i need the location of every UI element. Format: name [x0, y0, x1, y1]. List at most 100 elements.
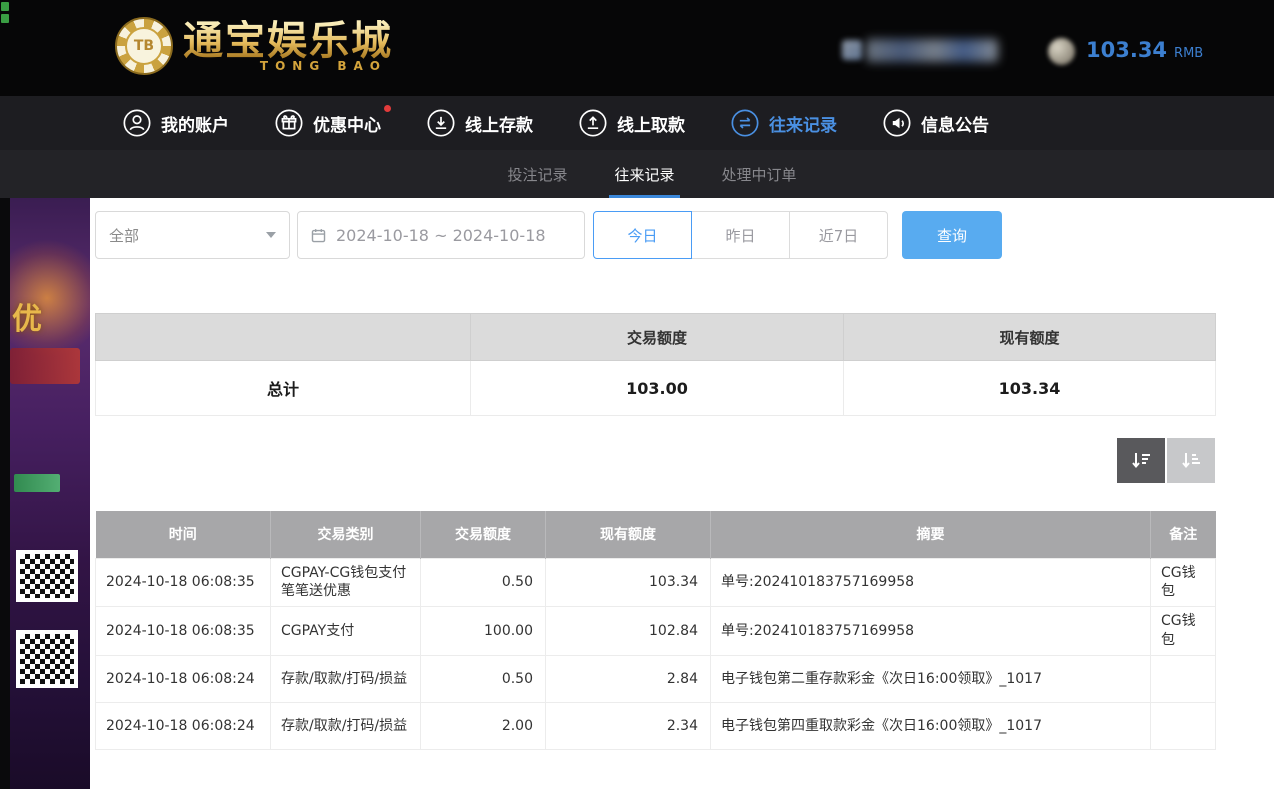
cell-amount: 2.00 [421, 703, 546, 750]
records-icon [730, 108, 760, 138]
cell-remark: CG钱包 [1151, 607, 1216, 656]
coin-icon [1048, 38, 1075, 65]
sort-desc-icon [1129, 449, 1153, 473]
cell-type: 存款/取款/打码/损益 [271, 656, 421, 703]
cell-summary: 电子钱包第二重存款彩金《次日16:00领取》_1017 [711, 656, 1151, 703]
today-button[interactable]: 今日 [593, 211, 692, 259]
cell-time: 2024-10-18 06:08:35 [96, 607, 271, 656]
qr-code-image [16, 630, 78, 688]
background-art: 优 [10, 198, 90, 789]
cell-balance: 103.34 [546, 558, 711, 607]
table-row: 2024-10-18 06:08:35 CGPAY-CG钱包支付笔笔送优惠 0.… [96, 558, 1216, 607]
last7days-button[interactable]: 近7日 [789, 211, 888, 259]
cell-summary: 电子钱包第四重取款彩金《次日16:00领取》_1017 [711, 703, 1151, 750]
quick-date-group: 今日 昨日 近7日 [593, 211, 888, 259]
header: TB 通宝娱乐城 TONG BAO 103.34 RMB [0, 0, 1274, 96]
cell-time: 2024-10-18 06:08:24 [96, 703, 271, 750]
site-subtitle: TONG BAO [183, 59, 393, 73]
cell-remark: CG钱包 [1151, 558, 1216, 607]
sub-nav: 投注记录 往来记录 处理中订单 [0, 150, 1274, 198]
header-balance: 现有额度 [546, 511, 711, 558]
records-body: 2024-10-18 06:08:35 CGPAY-CG钱包支付笔笔送优惠 0.… [96, 558, 1216, 750]
summary-table: 交易额度 现有额度 总计 103.00 103.34 [95, 313, 1216, 416]
summary-total-row: 总计 103.00 103.34 [96, 361, 1216, 416]
nav-item-online-withdrawal[interactable]: 线上取款 [578, 108, 685, 138]
yesterday-button[interactable]: 昨日 [691, 211, 790, 259]
header-amount: 交易额度 [421, 511, 546, 558]
balance-currency: RMB [1174, 46, 1203, 61]
summary-header-row: 交易额度 现有额度 [96, 314, 1216, 361]
cell-amount: 0.50 [421, 558, 546, 607]
cell-amount: 100.00 [421, 607, 546, 656]
cell-summary: 单号:202410183757169958 [711, 607, 1151, 656]
site-logo[interactable]: TB 通宝娱乐城 TONG BAO [115, 17, 393, 75]
cell-type: CGPAY-CG钱包支付笔笔送优惠 [271, 558, 421, 607]
user-avatar-blurred[interactable] [842, 40, 862, 60]
balance-display: 103.34 RMB [1086, 38, 1203, 62]
table-row: 2024-10-18 06:08:35 CGPAY支付 100.00 102.8… [96, 607, 1216, 656]
sort-asc-icon [1179, 449, 1203, 473]
edge-text-fragment [1, 2, 10, 28]
cell-time: 2024-10-18 06:08:35 [96, 558, 271, 607]
sort-controls [95, 438, 1215, 483]
gift-icon [274, 108, 304, 138]
date-range-input[interactable]: 2024-10-18 ~ 2024-10-18 [297, 211, 585, 259]
nav-item-online-deposit[interactable]: 线上存款 [426, 108, 533, 138]
poker-chip-icon: TB [115, 17, 173, 75]
total-label: 总计 [96, 361, 471, 416]
art-red-banner [10, 348, 80, 384]
header-type: 交易类别 [271, 511, 421, 558]
page: 优 TB 通宝娱乐城 TONG BAO 103.34 RMB [0, 0, 1274, 789]
user-icon [122, 108, 152, 138]
sort-descending-button[interactable] [1117, 438, 1165, 483]
total-balance: 103.34 [844, 361, 1216, 416]
total-amount: 103.00 [471, 361, 844, 416]
nav-item-transaction-records[interactable]: 往来记录 [730, 108, 837, 138]
query-button[interactable]: 查询 [902, 211, 1002, 259]
cell-time: 2024-10-18 06:08:24 [96, 656, 271, 703]
cell-balance: 2.34 [546, 703, 711, 750]
records-header-row: 时间 交易类别 交易额度 现有额度 摘要 备注 [96, 511, 1216, 558]
chevron-down-icon [266, 232, 276, 238]
content-area: 全部 2024-10-18 ~ 2024-10-18 今日 昨日 近7日 查询 [90, 198, 1274, 789]
background-art-strip: 优 [0, 198, 90, 789]
cell-remark [1151, 656, 1216, 703]
calendar-icon [310, 227, 327, 244]
cell-remark [1151, 703, 1216, 750]
qr-code-image [16, 550, 78, 602]
art-green-banner [14, 474, 60, 492]
balance-amount: 103.34 [1086, 38, 1167, 62]
cell-summary: 单号:202410183757169958 [711, 558, 1151, 607]
cell-balance: 102.84 [546, 607, 711, 656]
table-row: 2024-10-18 06:08:24 存款/取款/打码/损益 2.00 2.3… [96, 703, 1216, 750]
cell-balance: 2.84 [546, 656, 711, 703]
deposit-icon [426, 108, 456, 138]
announcement-icon [882, 108, 912, 138]
header-time: 时间 [96, 511, 271, 558]
summary-header-balance: 现有额度 [844, 314, 1216, 361]
records-table: 时间 交易类别 交易额度 现有额度 摘要 备注 2024-10-18 06:08… [95, 511, 1216, 750]
nav-item-promotions[interactable]: 优惠中心 [274, 108, 381, 138]
notification-dot [384, 105, 391, 112]
sort-ascending-button[interactable] [1167, 438, 1215, 483]
username-blurred[interactable] [866, 39, 998, 62]
tab-betting-records[interactable]: 投注记录 [507, 150, 567, 198]
cell-amount: 0.50 [421, 656, 546, 703]
cell-type: 存款/取款/打码/损益 [271, 703, 421, 750]
art-char-fragment: 优 [12, 294, 42, 338]
summary-header-empty [96, 314, 471, 361]
nav-item-my-account[interactable]: 我的账户 [122, 108, 229, 138]
nav-item-announcements[interactable]: 信息公告 [882, 108, 989, 138]
tab-processing-orders[interactable]: 处理中订单 [722, 150, 797, 198]
type-dropdown[interactable]: 全部 [95, 211, 290, 259]
main-nav: 我的账户 优惠中心 线上存款 线上取款 往来记录 [0, 96, 1274, 150]
site-title: 通宝娱乐城 [183, 20, 393, 62]
cell-type: CGPAY支付 [271, 607, 421, 656]
table-row: 2024-10-18 06:08:24 存款/取款/打码/损益 0.50 2.8… [96, 656, 1216, 703]
filter-bar: 全部 2024-10-18 ~ 2024-10-18 今日 昨日 近7日 查询 [95, 211, 1215, 259]
header-remark: 备注 [1151, 511, 1216, 558]
summary-header-amount: 交易额度 [471, 314, 844, 361]
tab-transaction-records[interactable]: 往来记录 [614, 150, 674, 198]
header-summary: 摘要 [711, 511, 1151, 558]
withdraw-icon [578, 108, 608, 138]
